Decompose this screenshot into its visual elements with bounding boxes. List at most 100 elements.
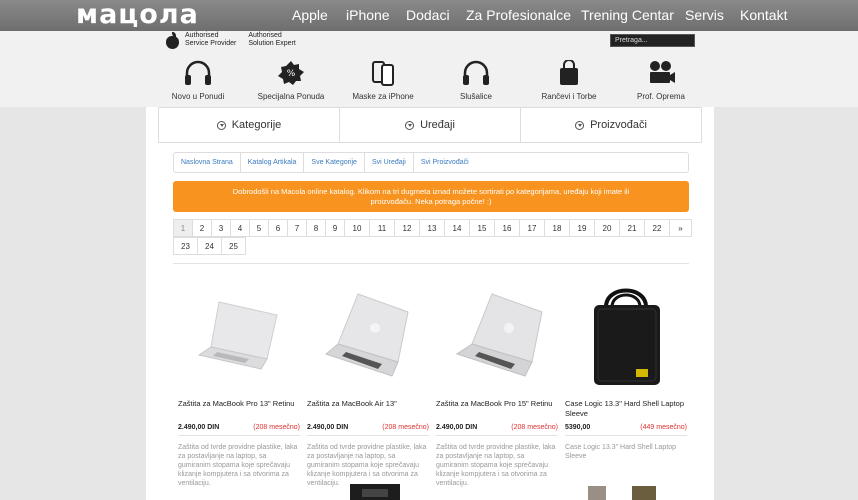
category-label: Specijalna Ponuda <box>257 92 325 101</box>
product-name[interactable]: Case Logic 13.3" Hard Shell Laptop Sleev… <box>565 399 687 419</box>
category-specijalna-ponuda[interactable]: % Specijalna Ponuda <box>241 60 341 101</box>
page-button[interactable]: 6 <box>268 219 288 237</box>
headphones-icon <box>185 60 211 85</box>
product-description: Zaštita od tvrde providne plastike, laka… <box>436 444 556 487</box>
page-button[interactable]: 8 <box>306 219 326 237</box>
product-name[interactable]: Zaštita za MacBook Pro 15" Retinu <box>436 399 558 419</box>
product-card[interactable]: Case Logic 13.3" Hard Shell Laptop Sleev… <box>565 283 687 461</box>
page-button[interactable]: 21 <box>619 219 645 237</box>
category-slusalice[interactable]: Slušalice <box>426 60 526 101</box>
price-line: 2.490,00 DIN (208 mesečno) <box>436 424 558 436</box>
product-image[interactable] <box>307 283 429 391</box>
product-price: 2.490,00 DIN <box>307 424 349 431</box>
page-button[interactable]: 13 <box>419 219 445 237</box>
page-button[interactable]: 22 <box>644 219 670 237</box>
solution-expert-badge: Authorised Solution Expert <box>248 32 295 48</box>
monthly-price: (208 mesečno) <box>253 424 300 431</box>
category-rancevi-i-torbe[interactable]: Rančevi i Torbe <box>519 60 619 101</box>
chevron-down-icon <box>405 120 415 130</box>
headphones-icon <box>463 60 489 85</box>
breadcrumb-item[interactable]: Svi Uređaji <box>365 153 414 172</box>
category-label: Prof. Oprema <box>636 92 685 101</box>
laptop-shell-image <box>197 301 278 370</box>
nav-dodaci[interactable]: Dodaci <box>406 7 450 23</box>
page-button[interactable]: 14 <box>444 219 470 237</box>
next-page-button[interactable]: » <box>669 219 692 237</box>
breadcrumb-item[interactable]: Sve Kategorije <box>304 153 365 172</box>
product-card[interactable]: Zaštita za MacBook Pro 15" Retinu 2.490,… <box>436 283 558 488</box>
product-name[interactable]: Zaštita za MacBook Air 13" <box>307 399 429 419</box>
search-input[interactable]: Pretraga... <box>610 34 695 47</box>
page-button[interactable]: 11 <box>369 219 395 237</box>
apple-badges: Authorised Service Provider Authorised S… <box>165 32 296 49</box>
page-button[interactable]: 23 <box>173 237 198 255</box>
product-price: 5390,00 <box>565 424 591 431</box>
nav-servis[interactable]: Servis <box>685 7 724 23</box>
tab-label: Proizvođači <box>590 119 647 131</box>
tab-proizvodjaci[interactable]: Proizvođači <box>521 108 701 142</box>
badge-line: Service Provider <box>185 40 237 47</box>
product-image[interactable] <box>178 283 300 391</box>
camera-icon <box>650 61 675 83</box>
page-button[interactable]: 19 <box>569 219 595 237</box>
breadcrumb-item[interactable]: Svi Proizvođači <box>414 153 476 172</box>
welcome-notice: Dobrodošli na Macola online katalog. Kli… <box>173 181 689 212</box>
category-prof-oprema[interactable]: Prof. Oprema <box>611 60 711 101</box>
page-button[interactable]: 24 <box>197 237 222 255</box>
price-line: 5390,00 (449 mesečno) <box>565 424 687 436</box>
page-button[interactable]: 1 <box>173 219 193 237</box>
top-bar: мацола Apple iPhone Dodaci Za Profesiona… <box>0 0 858 31</box>
page-button[interactable]: 20 <box>594 219 620 237</box>
page-button[interactable]: 15 <box>469 219 495 237</box>
page-button[interactable]: 3 <box>211 219 231 237</box>
monthly-price: (208 mesečno) <box>511 424 558 431</box>
category-label: Rančevi i Torbe <box>541 92 597 101</box>
page-button[interactable]: 18 <box>544 219 570 237</box>
nav-iphone[interactable]: iPhone <box>346 7 390 23</box>
product-thumbnail[interactable] <box>586 484 608 500</box>
breadcrumb: Naslovna Strana Katalog Artikala Sve Kat… <box>173 152 689 173</box>
divider <box>173 263 689 264</box>
page-button[interactable]: 9 <box>325 219 345 237</box>
product-image[interactable] <box>565 283 687 391</box>
page-button[interactable]: 5 <box>249 219 269 237</box>
product-thumbnail[interactable] <box>630 484 658 500</box>
monthly-price: (208 mesečno) <box>382 424 429 431</box>
laptop-sleeve-image <box>594 288 660 385</box>
price-line: 2.490,00 DIN (208 mesečno) <box>178 424 300 436</box>
nav-kontakt[interactable]: Kontakt <box>740 7 787 23</box>
laptop-shell-image <box>324 293 409 377</box>
product-card[interactable]: Zaštita za MacBook Pro 13" Retinu 2.490,… <box>178 283 300 488</box>
nav-apple[interactable]: Apple <box>292 7 328 23</box>
page-button[interactable]: 16 <box>494 219 520 237</box>
product-image[interactable] <box>436 283 558 391</box>
product-price: 2.490,00 DIN <box>178 424 220 431</box>
category-maske-za-iphone[interactable]: Maske za iPhone <box>333 60 433 101</box>
page-button[interactable]: 7 <box>287 219 307 237</box>
product-name[interactable]: Zaštita za MacBook Pro 13" Retinu <box>178 399 300 419</box>
tab-kategorije[interactable]: Kategorije <box>159 108 340 142</box>
nav-trening-centar[interactable]: Trening Centar <box>581 7 674 23</box>
nav-za-profesionalce[interactable]: Za Profesionalce <box>466 7 571 23</box>
page-button[interactable]: 4 <box>230 219 250 237</box>
monthly-price: (449 mesečno) <box>640 424 687 431</box>
tab-uredjaji[interactable]: Uređaji <box>340 108 521 142</box>
site-logo[interactable]: мацола <box>76 1 199 28</box>
product-description: Case Logic 13.3" Hard Shell Laptop Sleev… <box>565 444 677 460</box>
breadcrumb-item[interactable]: Naslovna Strana <box>174 153 241 172</box>
page-button[interactable]: 12 <box>394 219 420 237</box>
product-thumbnail[interactable] <box>350 484 400 500</box>
category-novo-u-ponudi[interactable]: Novo u Ponudi <box>148 60 248 101</box>
product-card[interactable]: Zaštita za MacBook Air 13" 2.490,00 DIN … <box>307 283 429 488</box>
category-label: Slušalice <box>459 92 492 101</box>
page-button[interactable]: 17 <box>519 219 545 237</box>
page-button[interactable]: 10 <box>344 219 370 237</box>
product-description: Zaštita od tvrde providne plastike, laka… <box>178 444 298 487</box>
service-provider-badge: Authorised Service Provider <box>165 32 237 49</box>
apple-logo-icon <box>165 32 179 49</box>
breadcrumb-item[interactable]: Katalog Artikala <box>241 153 305 172</box>
percent-badge-icon: % <box>278 61 304 85</box>
price-line: 2.490,00 DIN (208 mesečno) <box>307 424 429 436</box>
page-button[interactable]: 2 <box>192 219 212 237</box>
page-button[interactable]: 25 <box>221 237 246 255</box>
